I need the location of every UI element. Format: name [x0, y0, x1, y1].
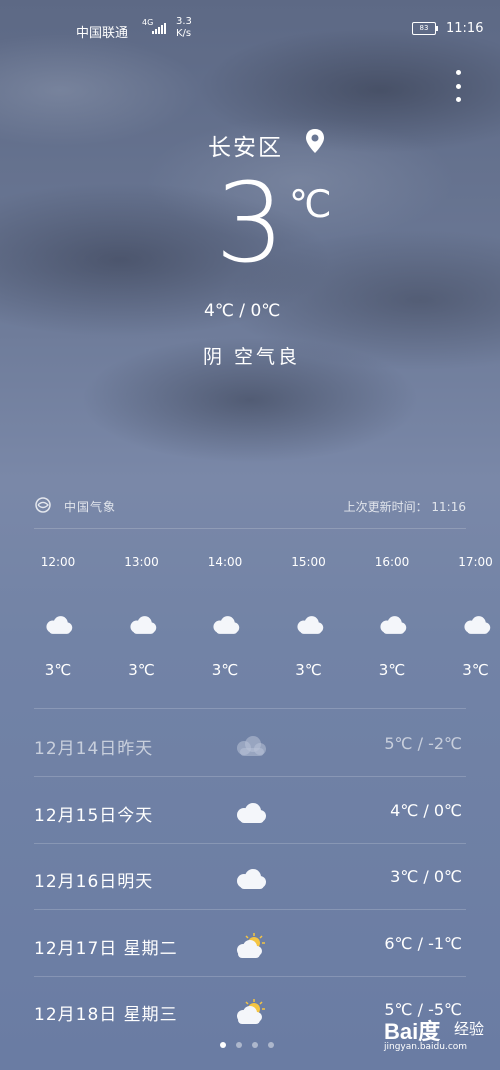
location-name[interactable]: 长安区 — [208, 128, 283, 162]
watermark-url: jingyan.baidu.com — [384, 1042, 468, 1052]
divider — [34, 842, 466, 844]
cloud-icon — [376, 613, 408, 637]
day-range: 3℃ / 0℃ — [390, 867, 462, 886]
hour-temp: 3℃ — [295, 661, 322, 679]
day-range: 6℃ / -1℃ — [384, 933, 462, 953]
status-bar: 中国联通 4G 3.3 K/s 83 11:16 — [0, 14, 500, 44]
daily-row[interactable]: 12月16日明天 3℃ / 0℃ — [34, 845, 466, 911]
carrier-name: 中国联通 — [76, 26, 129, 41]
today-range: 4℃ / 0℃ — [204, 301, 281, 321]
daily-row[interactable]: 12月17日 星期二 6℃ / -1℃ — [34, 912, 466, 978]
baidu-jingyan-watermark: Bai度 经验 jingyan.baidu.com — [384, 1010, 496, 1060]
hour-temp: 3℃ — [128, 661, 155, 679]
page-dot[interactable] — [268, 1042, 274, 1048]
temperature-unit: ℃ — [289, 182, 332, 226]
divider — [34, 975, 466, 977]
hour-temp: 3℃ — [211, 661, 239, 679]
cloud-icon — [42, 613, 74, 637]
watermark-jingyan: 经验 — [454, 1020, 485, 1038]
page-dot[interactable] — [252, 1042, 258, 1048]
hour-time: 15:00 — [291, 555, 326, 569]
page-dot[interactable] — [236, 1042, 242, 1048]
daily-row[interactable]: 12月14日昨天 5℃ / -2℃ — [34, 712, 466, 778]
day-date: 12月18日 星期三 — [34, 1005, 178, 1025]
hour-temp: 3℃ — [44, 661, 72, 679]
hour-temp: 3℃ — [462, 661, 489, 679]
current-temperature: 3 — [215, 159, 285, 287]
cloud-icon — [232, 732, 268, 760]
hour-time: 16:00 — [374, 555, 410, 569]
day-range: 5℃ / -2℃ — [384, 734, 462, 753]
hour-time: 14:00 — [207, 555, 243, 569]
day-date: 12月14日昨天 — [34, 739, 154, 759]
hour-time: 13:00 — [124, 555, 159, 569]
page-dot[interactable] — [220, 1042, 226, 1048]
hour-time: 17:00 — [458, 555, 493, 569]
page-indicator[interactable] — [220, 1042, 274, 1048]
last-updated: 上次更新时间： 11:16 — [343, 500, 466, 514]
cloud-icon — [293, 613, 325, 637]
hourly-forecast[interactable]: 12:00 3℃ 13:00 3℃ 14:00 3℃ 15:00 3℃ 16:00 3℃… — [0, 555, 500, 685]
signal-icon — [152, 22, 166, 34]
day-range: 4℃ / 0℃ — [390, 800, 462, 820]
divider — [34, 708, 466, 709]
cloud-icon — [232, 799, 268, 827]
hour-temp: 3℃ — [378, 661, 406, 679]
weather-condition: 阴 空气良 — [203, 346, 301, 368]
hour-time: 12:00 — [40, 555, 76, 569]
day-date: 12月16日明天 — [34, 872, 154, 892]
more-menu-icon[interactable] — [448, 70, 468, 102]
cloud-icon — [126, 613, 158, 637]
location-pin-icon[interactable] — [304, 128, 326, 154]
status-time: 11:16 — [446, 21, 484, 36]
source-name: 中国气象 — [64, 500, 117, 514]
sun-cloud-icon — [232, 932, 268, 960]
cma-logo-icon — [35, 497, 51, 513]
network-speed: 3.3 K/s — [176, 16, 192, 39]
divider — [34, 909, 466, 910]
cloud-icon — [460, 613, 492, 637]
divider — [34, 528, 466, 529]
day-date: 12月15日今天 — [34, 805, 154, 826]
cloud-icon — [232, 865, 268, 893]
battery-icon: 83 — [412, 22, 438, 35]
sun-cloud-icon — [232, 998, 268, 1026]
data-source-row: 中国气象 上次更新时间： 11:16 — [34, 496, 466, 522]
divider — [34, 776, 466, 777]
daily-row[interactable]: 12月15日今天 4℃ / 0℃ — [34, 779, 466, 845]
cloud-icon — [209, 613, 241, 637]
day-date: 12月17日 星期二 — [34, 938, 178, 959]
